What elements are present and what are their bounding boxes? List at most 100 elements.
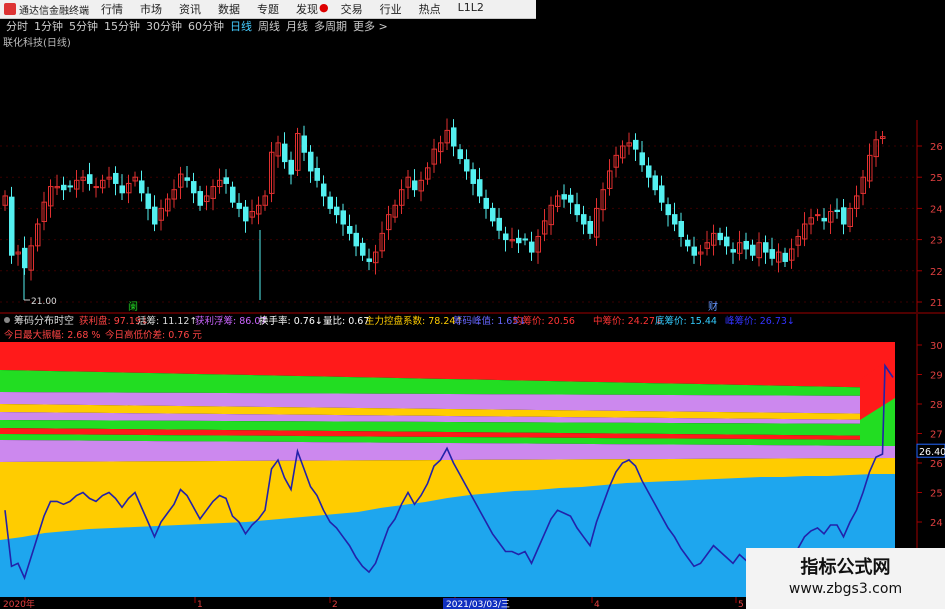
candle-body: [197, 191, 203, 206]
candle-body: [477, 179, 483, 197]
candle-body: [451, 127, 457, 147]
candle-body: [457, 149, 463, 159]
candle-body: [633, 139, 639, 150]
candle-body: [22, 247, 28, 269]
indicator-tick-label: 24: [930, 518, 943, 529]
indicator-stat: 底筹价: 15.44: [655, 315, 717, 327]
candle-body: [503, 233, 509, 241]
candle-body: [321, 183, 327, 197]
price-tick-label: 24: [930, 204, 943, 215]
candle-body: [470, 169, 476, 184]
candle-body: [139, 180, 145, 194]
candle-body: [659, 185, 665, 203]
candle-body: [841, 207, 847, 225]
indicator-menu-icon: [4, 317, 10, 323]
current-price-label: 26.40: [919, 447, 945, 458]
candle-body: [87, 174, 93, 184]
candle-body: [119, 185, 125, 194]
candle-body: [282, 143, 288, 163]
indicator-tick-label: 28: [930, 400, 943, 411]
candle-body: [691, 246, 697, 256]
candle-body: [67, 185, 73, 188]
candle-body: [529, 241, 535, 253]
candle-body: [308, 151, 314, 172]
price-tick-label: 21: [930, 298, 943, 309]
price-range-text: 今日高低价差: 0.76 元: [105, 329, 202, 341]
candle-body: [353, 232, 359, 247]
indicator-stat: 换手率: 0.76↓: [259, 315, 323, 327]
candle-body: [815, 214, 821, 217]
indicator-stat: 均筹价: 20.56: [513, 315, 575, 327]
indicator-tick-label: 25: [930, 489, 943, 500]
candle-body: [763, 242, 769, 253]
candle-body: [730, 249, 736, 253]
candle-body: [652, 175, 658, 191]
watermark-title: 指标公式网: [800, 557, 891, 578]
candle-body: [639, 152, 645, 166]
candle-body: [61, 184, 67, 191]
candle-body: [574, 204, 580, 216]
event-marker: 财: [708, 300, 718, 313]
candle-body: [581, 214, 587, 225]
candle-body: [464, 159, 470, 172]
indicator-stat: 主力控盘系数: 78.24↑: [365, 315, 463, 327]
indicator-tick-label: 29: [930, 371, 943, 382]
candle-body: [516, 237, 522, 244]
candle-body: [685, 239, 691, 247]
candle-body: [743, 240, 749, 250]
cursor-date-label: 2021/03/03/三: [446, 600, 510, 609]
indicator-tick-label: 30: [930, 341, 943, 352]
watermark-url: www.zbgs3.com: [788, 581, 903, 597]
candle-body: [646, 165, 652, 178]
candle-body: [236, 202, 242, 209]
candle-body: [113, 172, 119, 184]
indicator-stat: 获利浮筹: 86.07: [195, 315, 266, 327]
indicator-stat: 中筹价: 24.27↓: [593, 315, 663, 327]
candle-body: [665, 204, 671, 216]
candle-body: [678, 221, 684, 237]
candle-body: [366, 258, 372, 262]
price-tick-label: 23: [930, 236, 943, 247]
candle-body: [223, 177, 229, 184]
candle-body: [145, 193, 151, 209]
candle-body: [243, 206, 249, 222]
candle-body: [522, 238, 528, 241]
candle-body: [347, 225, 353, 234]
candle-body: [483, 197, 489, 209]
xaxis-label: 5: [738, 600, 744, 609]
candle-body: [334, 206, 340, 216]
chart-canvas[interactable]: 26252423222121.00 阑财筹码分布时空 获利盘: 97.19↓活筹: …: [0, 0, 945, 609]
candle-body: [340, 210, 346, 225]
xaxis-label: 4: [594, 600, 600, 609]
xaxis-label: 2: [332, 600, 338, 609]
site-watermark: 指标公式网 www.zbgs3.com: [746, 548, 945, 609]
candle-body: [587, 221, 593, 234]
candle-body: [490, 207, 496, 222]
candle-body: [782, 252, 788, 262]
event-marker: 阑: [128, 300, 138, 313]
candle-body: [672, 214, 678, 225]
indicator-stat: 峰筹价: 26.73↓: [725, 315, 795, 327]
candle-body: [561, 194, 567, 200]
candle-body: [360, 242, 366, 256]
candle-body: [821, 217, 827, 222]
candle-body: [314, 167, 320, 181]
indicator-stat: 量比: 0.67: [323, 315, 369, 327]
price-tick-label: 25: [930, 173, 943, 184]
candle-body: [412, 180, 418, 191]
candle-body: [191, 181, 197, 194]
candle-body: [769, 249, 775, 259]
indicator-tick-label: 27: [930, 430, 943, 441]
candle-body: [288, 159, 294, 175]
price-tick-label: 22: [930, 267, 943, 278]
candle-body: [301, 135, 307, 153]
candle-body: [496, 217, 502, 231]
indicator-name: 筹码分布时空: [14, 314, 74, 327]
xaxis-label: 2020年: [3, 598, 35, 609]
candle-body: [834, 209, 840, 213]
amplitude-text: 今日最大振幅: 2.68 %: [4, 329, 100, 341]
candle-body: [152, 206, 158, 225]
indicator-tick-label: 26: [930, 459, 943, 470]
candle-body: [327, 196, 333, 209]
low-marker-label: 21.00: [31, 297, 57, 307]
